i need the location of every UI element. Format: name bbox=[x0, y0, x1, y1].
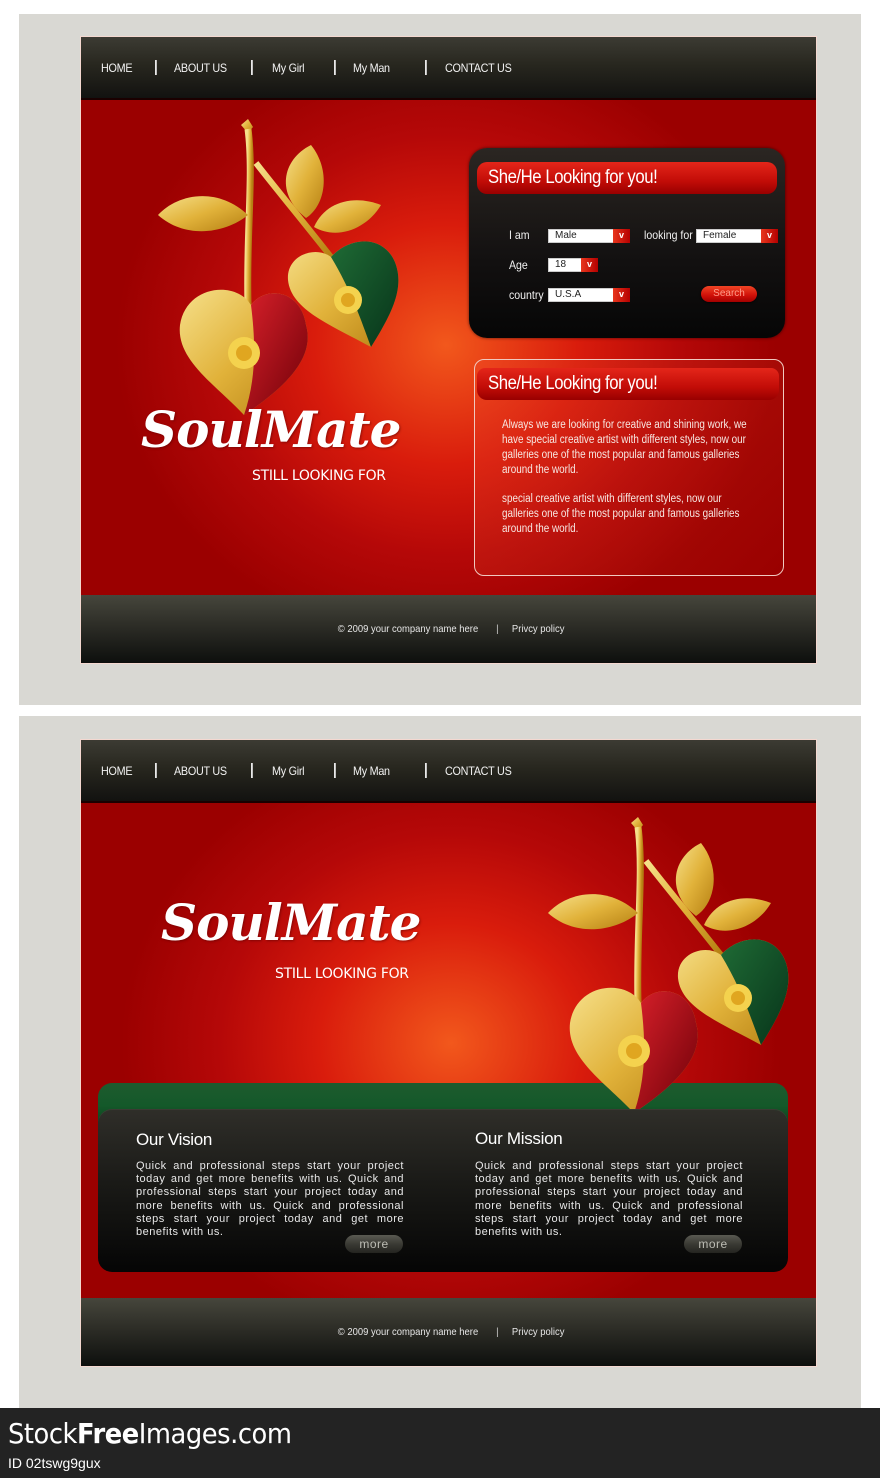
country-select[interactable]: U.S.A v bbox=[548, 288, 630, 302]
footer-separator: | bbox=[496, 623, 499, 635]
age-value: 18 bbox=[555, 259, 567, 270]
i-am-select[interactable]: Male v bbox=[548, 229, 630, 243]
info-paragraph: special creative artist with different s… bbox=[502, 493, 740, 535]
site-footer: © 2009 your company name here | Privcy p… bbox=[81, 1298, 816, 1366]
looking-for-value: Female bbox=[703, 230, 737, 241]
stock-watermark-bar: StockFreeImages.com ID 02tswg9gux bbox=[0, 1408, 880, 1478]
vision-mission-panel: Our Vision Quick and professional steps … bbox=[98, 1110, 788, 1272]
nav-contact-us[interactable]: CONTACT US bbox=[445, 61, 512, 75]
nav-separator bbox=[334, 763, 337, 778]
search-button[interactable]: Search bbox=[701, 286, 757, 302]
nav-about-us[interactable]: ABOUT US bbox=[174, 764, 227, 778]
looking-for-label: looking for bbox=[644, 228, 693, 242]
search-form-box: She/He Looking for you! I am Male v look… bbox=[469, 148, 785, 338]
info-box-title: She/He Looking for you! bbox=[477, 368, 779, 400]
cherry-hearts-illustration bbox=[156, 115, 406, 415]
logo: SoulMate bbox=[161, 893, 421, 952]
info-paragraph: Always we are looking for creative and s… bbox=[502, 419, 747, 476]
privacy-policy-link[interactable]: Privcy policy bbox=[512, 1326, 565, 1338]
logo: SoulMate bbox=[141, 400, 401, 459]
mission-more-button[interactable]: more bbox=[684, 1235, 742, 1253]
nav-my-girl[interactable]: My Girl bbox=[272, 764, 305, 778]
hero-banner: SoulMate STILL LOOKING FOR She/He Lookin… bbox=[81, 100, 816, 595]
logo-text: SoulMate bbox=[141, 400, 401, 459]
age-label: Age bbox=[509, 258, 528, 272]
info-box: She/He Looking for you! Always we are lo… bbox=[474, 359, 784, 576]
chevron-down-icon: v bbox=[761, 229, 778, 243]
watermark-id: ID 02tswg9gux bbox=[8, 1455, 101, 1471]
mission-title: Our Mission bbox=[475, 1129, 563, 1148]
template-preview-home: HOME ABOUT US My Girl My Man CONTACT US … bbox=[19, 14, 861, 705]
copyright-text: © 2009 your company name here bbox=[337, 623, 479, 635]
nav-my-girl[interactable]: My Girl bbox=[272, 61, 305, 75]
country-label: country bbox=[509, 288, 544, 302]
chevron-down-icon: v bbox=[581, 258, 598, 272]
mission-text: Quick and professional steps start your … bbox=[475, 1160, 743, 1239]
main-nav: HOME ABOUT US My Girl My Man CONTACT US bbox=[81, 37, 816, 100]
website-frame: HOME ABOUT US My Girl My Man CONTACT US … bbox=[81, 740, 816, 1366]
nav-separator bbox=[425, 60, 428, 75]
nav-separator bbox=[334, 60, 337, 75]
nav-about-us[interactable]: ABOUT US bbox=[174, 61, 227, 75]
nav-my-man[interactable]: My Man bbox=[353, 764, 390, 778]
country-value: U.S.A bbox=[555, 289, 582, 300]
vision-more-button[interactable]: more bbox=[345, 1235, 403, 1253]
nav-my-man[interactable]: My Man bbox=[353, 61, 390, 75]
nav-separator bbox=[154, 60, 157, 75]
age-select[interactable]: 18 v bbox=[548, 258, 598, 272]
template-preview-about: HOME ABOUT US My Girl My Man CONTACT US … bbox=[19, 716, 861, 1408]
nav-home[interactable]: HOME bbox=[101, 61, 133, 75]
nav-home[interactable]: HOME bbox=[101, 764, 133, 778]
tagline: STILL LOOKING FOR bbox=[275, 966, 409, 982]
i-am-label: I am bbox=[509, 228, 530, 242]
logo-text: SoulMate bbox=[161, 893, 421, 952]
chevron-down-icon: v bbox=[613, 288, 630, 302]
chevron-down-icon: v bbox=[613, 229, 630, 243]
nav-separator bbox=[425, 763, 428, 778]
main-nav: HOME ABOUT US My Girl My Man CONTACT US bbox=[81, 740, 816, 803]
i-am-value: Male bbox=[555, 230, 577, 241]
footer-separator: | bbox=[496, 1326, 499, 1338]
tagline: STILL LOOKING FOR bbox=[252, 468, 386, 484]
privacy-policy-link[interactable]: Privcy policy bbox=[512, 623, 565, 635]
copyright-text: © 2009 your company name here bbox=[337, 1326, 479, 1338]
nav-separator bbox=[250, 60, 253, 75]
nav-separator bbox=[154, 763, 157, 778]
cherry-hearts-illustration bbox=[546, 813, 796, 1113]
site-footer: © 2009 your company name here | Privcy p… bbox=[81, 595, 816, 663]
vision-text: Quick and professional steps start your … bbox=[136, 1160, 404, 1239]
vision-title: Our Vision bbox=[136, 1130, 213, 1149]
nav-separator bbox=[250, 763, 253, 778]
search-form-title: She/He Looking for you! bbox=[477, 162, 777, 194]
watermark-brand: StockFreeImages.com bbox=[8, 1417, 292, 1450]
website-frame: HOME ABOUT US My Girl My Man CONTACT US … bbox=[81, 37, 816, 663]
nav-contact-us[interactable]: CONTACT US bbox=[445, 764, 512, 778]
hero-banner: SoulMate STILL LOOKING FOR Our Vision Qu… bbox=[81, 803, 816, 1298]
looking-for-select[interactable]: Female v bbox=[696, 229, 778, 243]
